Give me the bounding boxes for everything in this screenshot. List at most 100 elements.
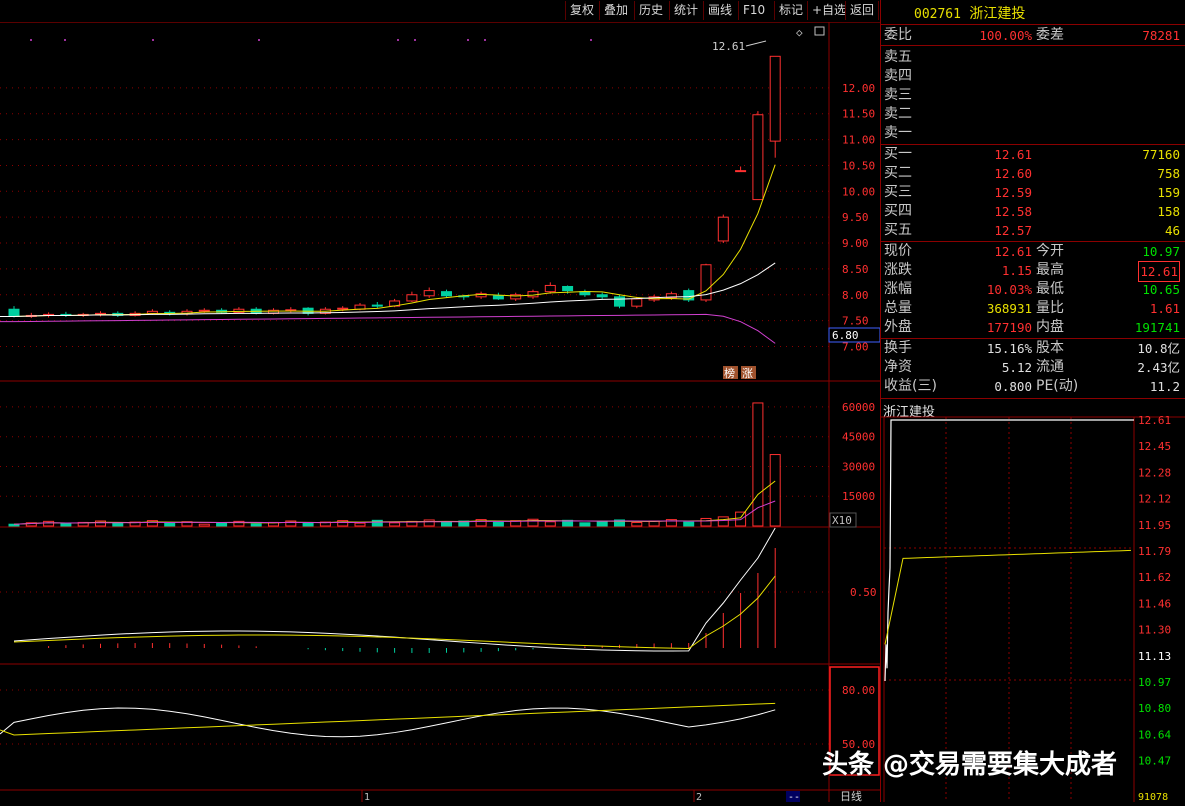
price-axis-label: 10.50 — [842, 159, 875, 172]
ask-row-4: 卖四 — [883, 67, 1184, 86]
toolbar-overlay-button[interactable]: 叠加 — [599, 1, 632, 20]
limit-up-badge: 涨 — [742, 367, 753, 380]
indicator-dea-line — [13, 575, 776, 650]
quote-value: 12.61 — [1138, 261, 1180, 282]
intraday-price-label: 11.30 — [1138, 624, 1171, 637]
kline-chart[interactable]: 12.0011.5011.0010.5010.009.509.008.508.0… — [0, 22, 881, 803]
candle-body — [544, 284, 556, 293]
fundamental-row: 换手 15.16% 股本 10.8亿 — [883, 339, 1184, 358]
intraday-price-label: 10.47 — [1138, 755, 1171, 768]
ask-label: 卖五 — [884, 49, 912, 65]
oscillator-axis-label: 80.00 — [842, 684, 875, 697]
rank-badge: 榜 — [724, 366, 735, 380]
quote-label: 最高 — [1036, 262, 1064, 278]
quote-label: 内盘 — [1036, 319, 1064, 335]
toolbar-add-watchlist-button[interactable]: +自选 — [807, 1, 850, 20]
quote-value: 10.97 — [1142, 244, 1180, 259]
volume-bar — [371, 519, 383, 527]
bid-row-2: 买二 12.60 758 — [883, 164, 1184, 183]
bid-price: 12.58 — [994, 204, 1032, 219]
top-marker-dot — [64, 39, 66, 41]
volume-axis-label: 60000 — [842, 401, 875, 414]
fundamental-label: 净资 — [884, 359, 912, 375]
volume-bar — [250, 523, 262, 527]
volume-bar — [354, 522, 366, 527]
bid-label: 买一 — [884, 146, 912, 162]
toolbar-history-button[interactable]: 历史 — [634, 1, 667, 20]
volume-bar — [302, 522, 314, 527]
fundamental-value: 5.12 — [1001, 360, 1032, 375]
fundamental-value: 0.800 — [994, 379, 1032, 394]
quote-label: 外盘 — [884, 319, 912, 335]
intraday-volume-readout: 91078 — [1138, 792, 1168, 802]
toolbar-f10-button[interactable]: F10 — [738, 1, 769, 20]
panel-grid — [0, 22, 880, 802]
ask-label: 卖一 — [884, 125, 912, 141]
watermark: 头条 @交易需要集大成者 — [822, 750, 1118, 780]
price-axis-label: 11.50 — [842, 108, 875, 121]
kline-chart-area[interactable]: 12.00 11.50 11.00 10.50 10.00 9.50 9.00 8.50 8.0… — [0, 22, 881, 803]
candle-body — [406, 294, 418, 302]
bid-label: 买五 — [884, 222, 912, 238]
volume-bar — [60, 523, 72, 527]
bid-row-5: 买五 12.57 46 — [883, 221, 1184, 240]
ma-long-line — [0, 313, 776, 344]
volume-axis-label: 15000 — [842, 490, 875, 503]
intraday-price-label: 12.61 — [1138, 414, 1171, 427]
status-button[interactable]: -- — [788, 792, 800, 803]
intraday-price-label: 12.28 — [1138, 466, 1171, 479]
high-annotation: 12.61 — [712, 40, 745, 53]
volume-bar — [441, 521, 452, 527]
volume-bar — [735, 511, 747, 527]
toolbar-back-button[interactable]: 返回 — [845, 1, 880, 20]
fundamental-label: PE(动) — [1036, 378, 1079, 394]
toolbar-draw-button[interactable]: 画线 — [703, 1, 736, 20]
quote-row: 涨跌 1.15 最高 12.61 — [883, 261, 1184, 282]
intraday-price-label: 11.95 — [1138, 519, 1171, 532]
intraday-price-label: 10.64 — [1138, 728, 1171, 741]
bid-volume: 758 — [1157, 166, 1180, 181]
month-mark-2: 2 — [696, 792, 702, 802]
fundamental-row: 净资 5.12 流通 2.43亿 — [883, 358, 1184, 377]
indicator-panel: 0.50 — [0, 527, 877, 653]
ma5-line — [0, 164, 776, 317]
volume-bar — [596, 520, 608, 527]
price-axis-label: 10.00 — [842, 185, 875, 198]
weicha-label: 委差 — [1036, 27, 1064, 43]
period-label[interactable]: 日线 — [840, 789, 862, 803]
top-marker-dot — [258, 39, 260, 41]
ask-row-2: 卖二 — [883, 105, 1184, 124]
volume-bar — [683, 521, 695, 527]
price-axis-label: 8.00 — [842, 289, 869, 302]
volume-ma10 — [13, 500, 776, 525]
toolbar-fuquan-button[interactable]: 复权 — [565, 1, 598, 20]
fundamental-label: 换手 — [884, 340, 912, 356]
intraday-price-axis: 12.61 12.45 12.28 12.12 11.95 11.79 11.62 11.46… — [1138, 414, 1171, 768]
volume-bar — [198, 523, 210, 527]
quote-label: 现价 — [884, 243, 912, 259]
quote-row: 外盘 177190 内盘 191741 — [883, 318, 1184, 337]
fundamental-label: 股本 — [1036, 340, 1064, 356]
quote-value: 12.61 — [994, 244, 1032, 259]
quote-value: 10.03% — [986, 282, 1032, 297]
weibi-row: 委比 100.00% 委差 78281 — [883, 26, 1184, 45]
intraday-price-label: 11.62 — [1138, 571, 1171, 584]
indicator-dif-line — [13, 527, 776, 652]
diamond-icon[interactable]: ◇ — [796, 26, 803, 39]
intraday-chart[interactable]: 12.61 12.45 12.28 12.12 11.95 11.79 11.62 11.46… — [881, 400, 1185, 802]
bid-label: 买二 — [884, 165, 912, 181]
moving-averages — [0, 164, 776, 344]
window-icon[interactable] — [814, 26, 825, 36]
bid-row-1: 买一 12.61 77160 — [883, 145, 1184, 164]
high-annotation-arrow — [745, 40, 767, 47]
weicha-value: 78281 — [1142, 28, 1180, 43]
candle-body — [337, 307, 349, 310]
intraday-price-label: 12.45 — [1138, 440, 1171, 453]
toolbar-stats-button[interactable]: 统计 — [669, 1, 702, 20]
bid-price: 12.61 — [994, 147, 1032, 162]
volume-bar — [544, 521, 556, 527]
quote-label: 涨跌 — [884, 262, 912, 278]
volume-bar — [717, 516, 729, 527]
ask-label: 卖三 — [884, 87, 912, 103]
toolbar-mark-button[interactable]: 标记 — [774, 1, 807, 20]
